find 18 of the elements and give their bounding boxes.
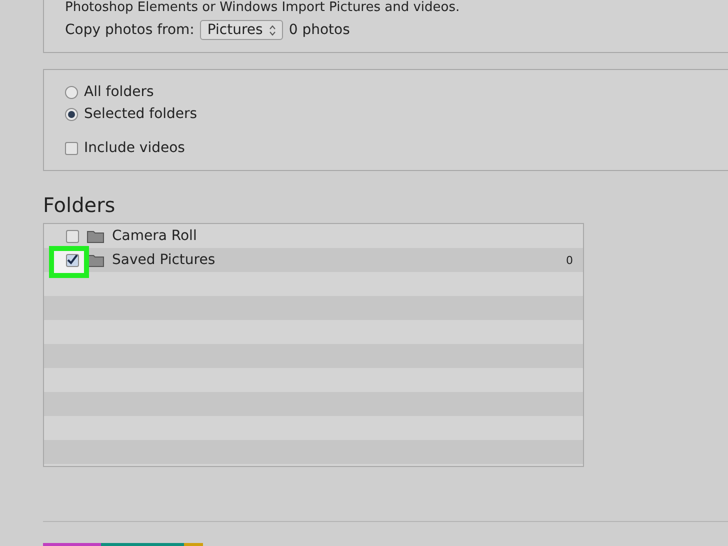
folder-name[interactable]: Saved Pictures [112,252,216,268]
radio-button[interactable] [65,86,78,98]
checkbox[interactable] [66,230,79,242]
option-label: All folders [84,84,154,100]
radio-button[interactable] [65,108,78,120]
photo-count: 0 photos [288,22,350,38]
checkbox[interactable] [66,254,79,266]
source-label: Copy photos from: [65,22,194,38]
source-dropdown[interactable]: Pictures [200,20,283,40]
folder-count: 0 [566,254,573,266]
option-label: Include videos [84,140,185,156]
intro-text: Photoshop Elements or Windows Import Pictures and videos. [65,0,461,16]
checkbox[interactable] [65,142,78,154]
folders-heading: Folders [43,193,116,217]
option-label: Selected folders [84,106,198,122]
chevron-icon [268,24,276,36]
folder-icon [87,230,104,242]
folder-name[interactable]: Camera Roll [112,228,197,244]
